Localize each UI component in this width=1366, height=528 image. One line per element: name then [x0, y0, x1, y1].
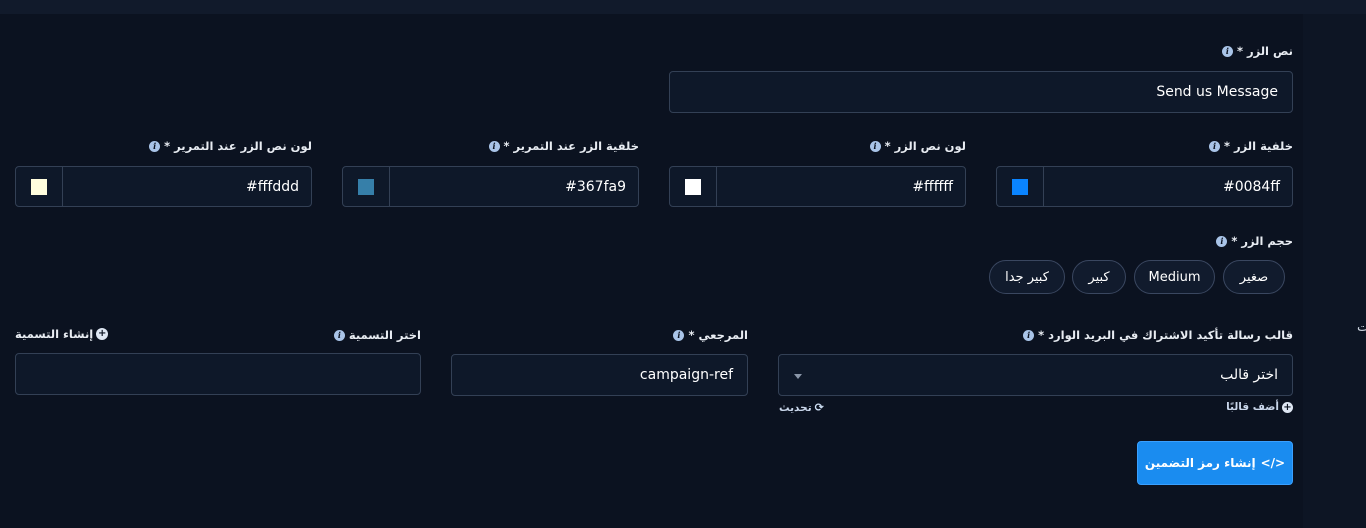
- tag-input[interactable]: [15, 353, 421, 395]
- add-template-link[interactable]: + أضف قالبًا: [1226, 401, 1293, 413]
- code-icon: </>: [1260, 456, 1286, 470]
- color-picker-button[interactable]: [343, 167, 390, 206]
- reference-value: campaign-ref: [639, 367, 733, 383]
- create-tag-text: إنشاء التسمية: [15, 327, 94, 341]
- color-swatch: [1012, 178, 1028, 195]
- top-bar: [0, 0, 1366, 14]
- generate-embed-code-button[interactable]: </> إنشاء رمز التضمين: [1137, 441, 1293, 485]
- size-label: حجم الزر * i: [1216, 234, 1293, 248]
- reference-label-text: المرجعي *: [688, 328, 748, 342]
- info-icon[interactable]: i: [1216, 235, 1228, 247]
- info-icon[interactable]: i: [1023, 329, 1035, 341]
- color-value[interactable]: #367fa9: [390, 167, 638, 206]
- button-text-label-text: نص الزر *: [1236, 44, 1293, 58]
- text-color-field[interactable]: #ffffff: [669, 166, 966, 207]
- color-swatch: [31, 178, 47, 195]
- color-picker-button[interactable]: [997, 167, 1044, 206]
- color-value[interactable]: #fffddd: [63, 167, 311, 206]
- refresh-link[interactable]: تحديث ⟳: [779, 401, 824, 414]
- bg-color-label-text: خلفية الزر *: [1224, 139, 1293, 153]
- text-color-label-text: لون نص الزر *: [884, 139, 966, 153]
- plus-circle-icon: +: [1282, 401, 1293, 413]
- right-panel: ت: [1303, 14, 1366, 528]
- hover-text-color-label: لون نص الزر عند التمرير * i: [149, 139, 312, 153]
- refresh-text: تحديث: [779, 401, 812, 414]
- bg-color-field[interactable]: #0084ff: [996, 166, 1293, 207]
- info-icon[interactable]: i: [673, 329, 685, 341]
- template-select[interactable]: اختر قالب: [778, 354, 1293, 396]
- info-icon[interactable]: i: [149, 140, 161, 152]
- generate-embed-code-label: إنشاء رمز التضمين: [1144, 456, 1256, 470]
- size-small-button[interactable]: صغير: [1223, 260, 1285, 294]
- size-xlarge-button[interactable]: كبير جدا: [989, 260, 1065, 294]
- info-icon[interactable]: i: [1209, 140, 1221, 152]
- add-template-text: أضف قالبًا: [1226, 401, 1279, 413]
- hover-bg-color-field[interactable]: #367fa9: [342, 166, 639, 207]
- text-color-label: لون نص الزر * i: [869, 139, 966, 153]
- color-swatch: [358, 178, 374, 195]
- color-value[interactable]: #ffffff: [717, 167, 965, 206]
- size-label-text: حجم الزر *: [1231, 234, 1293, 248]
- reference-input[interactable]: campaign-ref: [451, 354, 748, 396]
- info-icon[interactable]: i: [488, 140, 500, 152]
- refresh-icon: ⟳: [814, 401, 824, 414]
- hover-text-color-label-text: لون نص الزر عند التمرير *: [164, 139, 312, 153]
- template-label: قالب رسالة تأكيد الاشتراك في البريد الوا…: [1023, 328, 1293, 342]
- hover-text-color-field[interactable]: #fffddd: [15, 166, 312, 207]
- info-icon[interactable]: i: [869, 140, 881, 152]
- create-tag-link[interactable]: + إنشاء التسمية: [15, 327, 109, 341]
- color-picker-button[interactable]: [670, 167, 717, 206]
- tag-label-text: اختر التسمية: [348, 328, 421, 342]
- size-medium-button[interactable]: Medium: [1134, 260, 1215, 294]
- size-large-button[interactable]: كبير: [1072, 260, 1126, 294]
- hover-bg-color-label: خلفية الزر عند التمرير * i: [488, 139, 639, 153]
- tag-label: اختر التسمية i: [333, 328, 421, 342]
- template-select-value: اختر قالب: [1220, 367, 1278, 383]
- button-text-value: Send us Message: [1156, 84, 1278, 100]
- color-value[interactable]: #0084ff: [1044, 167, 1292, 206]
- button-text-label: نص الزر * i: [1221, 44, 1293, 58]
- chevron-down-icon[interactable]: [794, 374, 802, 379]
- button-text-input[interactable]: Send us Message: [669, 71, 1293, 113]
- color-picker-button[interactable]: [16, 167, 63, 206]
- side-panel-text: ت: [1357, 320, 1366, 335]
- info-icon[interactable]: i: [333, 329, 345, 341]
- template-label-text: قالب رسالة تأكيد الاشتراك في البريد الوا…: [1038, 328, 1293, 342]
- reference-label: المرجعي * i: [673, 328, 748, 342]
- bg-color-label: خلفية الزر * i: [1209, 139, 1293, 153]
- hover-bg-color-label-text: خلفية الزر عند التمرير *: [503, 139, 639, 153]
- plus-circle-icon: +: [96, 328, 109, 340]
- color-swatch: [685, 178, 701, 195]
- info-icon[interactable]: i: [1221, 45, 1233, 57]
